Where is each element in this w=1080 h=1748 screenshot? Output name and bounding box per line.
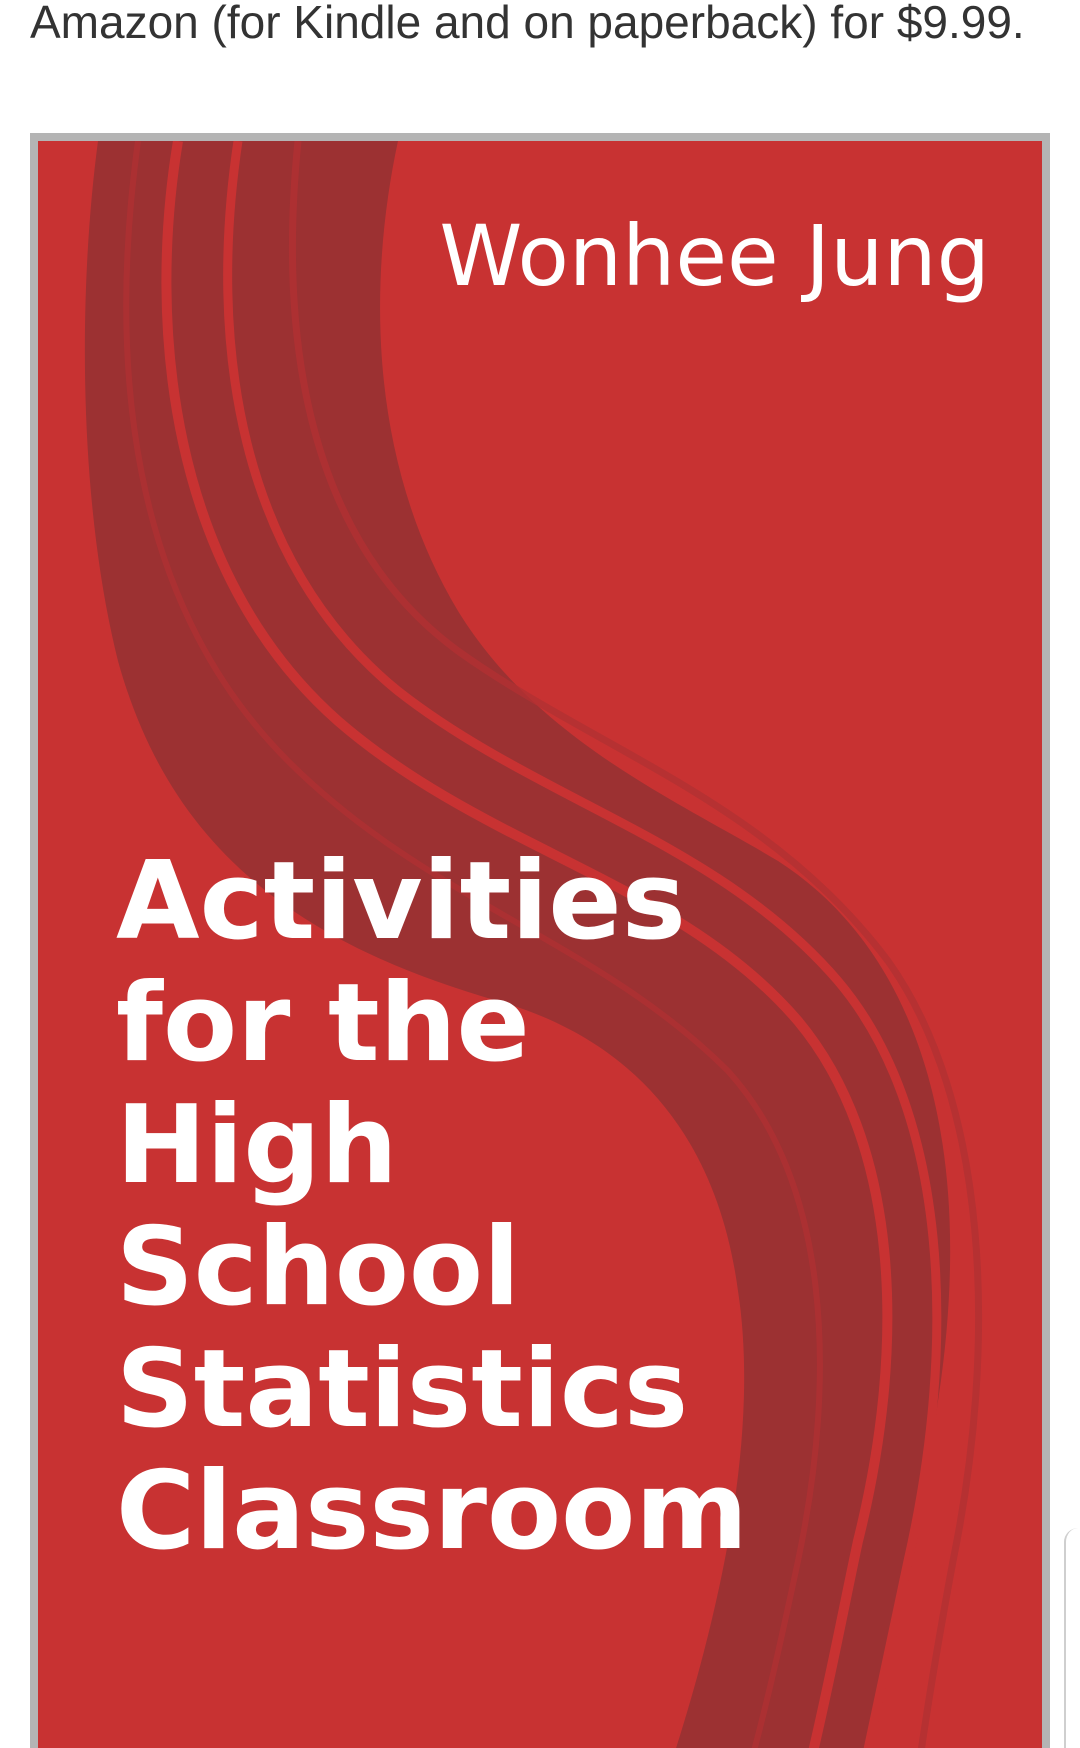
article-caption: Amazon (for Kindle and on paperback) for… xyxy=(30,0,1025,48)
book-title-line: Classroom xyxy=(116,1449,748,1574)
floating-panel-edge[interactable] xyxy=(1064,1528,1080,1748)
book-title-line: Activities xyxy=(116,839,686,964)
book-title: Activities for the High School Statistic… xyxy=(116,841,748,1573)
book-cover: Wonhee Jung Activities for the High Scho… xyxy=(38,141,1042,1748)
book-title-line: Statistics xyxy=(116,1327,689,1452)
book-title-line: High xyxy=(116,1083,398,1208)
page: Amazon (for Kindle and on paperback) for… xyxy=(0,0,1080,1748)
book-cover-image[interactable]: Wonhee Jung Activities for the High Scho… xyxy=(30,133,1050,1748)
book-author: Wonhee Jung xyxy=(439,207,990,305)
book-title-line: School xyxy=(116,1205,521,1330)
book-title-line: for the xyxy=(116,961,530,1086)
